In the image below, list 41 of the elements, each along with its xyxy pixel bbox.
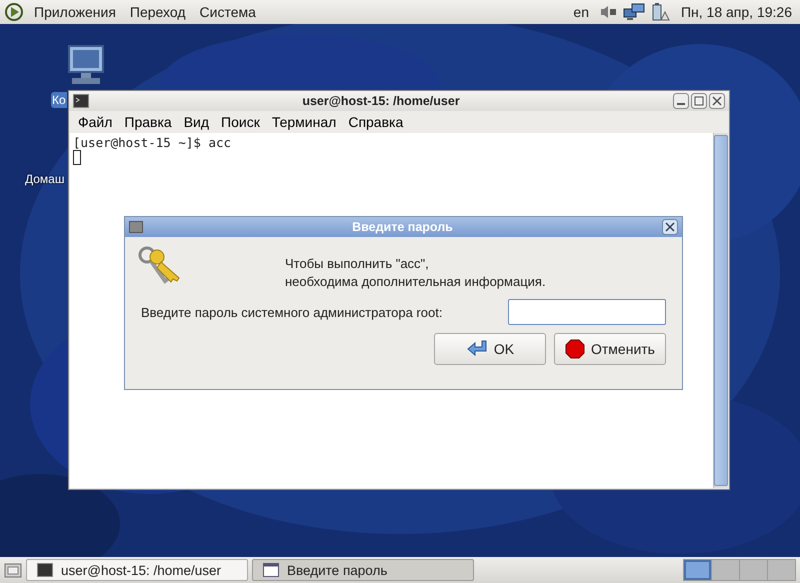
close-icon[interactable] bbox=[709, 93, 725, 109]
ok-button[interactable]: OK bbox=[434, 333, 546, 365]
password-field[interactable] bbox=[508, 299, 666, 325]
network-icon[interactable] bbox=[622, 3, 645, 21]
logo-icon[interactable] bbox=[4, 2, 24, 22]
menu-item[interactable]: Справка bbox=[343, 114, 408, 130]
minimize-icon[interactable] bbox=[673, 93, 689, 109]
dialog-title: Введите пароль bbox=[351, 220, 454, 234]
field-label: Введите пароль системного администратора root: bbox=[141, 304, 442, 320]
menu-item[interactable]: Терминал bbox=[266, 114, 342, 130]
dialog-message: Чтобы выполнить "acc", необходима дополнительная информация. bbox=[285, 255, 546, 291]
close-icon[interactable] bbox=[662, 219, 678, 235]
cancel-button[interactable]: Отменить bbox=[554, 333, 666, 365]
show-desktop-icon[interactable] bbox=[4, 561, 22, 579]
taskbar-button[interactable]: Введите пароль bbox=[252, 559, 474, 581]
menu-item[interactable]: Файл bbox=[73, 114, 118, 130]
panel-menu[interactable]: Система bbox=[196, 4, 260, 20]
taskbar-button[interactable]: user@host-15: /home/user bbox=[26, 559, 248, 581]
terminal-icon bbox=[73, 94, 89, 108]
menu-item[interactable]: Правка bbox=[119, 114, 177, 130]
terminal-icon bbox=[37, 563, 53, 577]
stop-icon bbox=[565, 339, 585, 359]
speaker-icon[interactable] bbox=[598, 4, 617, 20]
window-icon bbox=[129, 221, 143, 233]
panel-menu[interactable]: Приложения bbox=[30, 4, 120, 20]
window-icon bbox=[263, 563, 279, 577]
clock[interactable]: Пн, 18 апр, 19:26 bbox=[676, 4, 796, 20]
desktop-icon-label[interactable]: Домаш bbox=[24, 171, 66, 187]
scrollbar[interactable] bbox=[713, 133, 728, 488]
window-title: user@host-15: /home/user bbox=[301, 94, 461, 108]
battery-icon[interactable] bbox=[650, 2, 671, 22]
panel-menu[interactable]: Переход bbox=[126, 4, 190, 20]
menu-item[interactable]: Вид bbox=[178, 114, 214, 130]
desktop-icon-label[interactable]: Ко bbox=[51, 92, 67, 108]
keyboard-layout[interactable]: en bbox=[569, 4, 593, 20]
computer-icon[interactable] bbox=[66, 44, 106, 86]
terminal-line: [user@host-15 ~]$ acc bbox=[73, 135, 232, 150]
enter-arrow-icon bbox=[466, 340, 488, 358]
menu-item[interactable]: Поиск bbox=[216, 114, 265, 130]
maximize-icon[interactable] bbox=[691, 93, 707, 109]
text-cursor bbox=[73, 150, 81, 165]
